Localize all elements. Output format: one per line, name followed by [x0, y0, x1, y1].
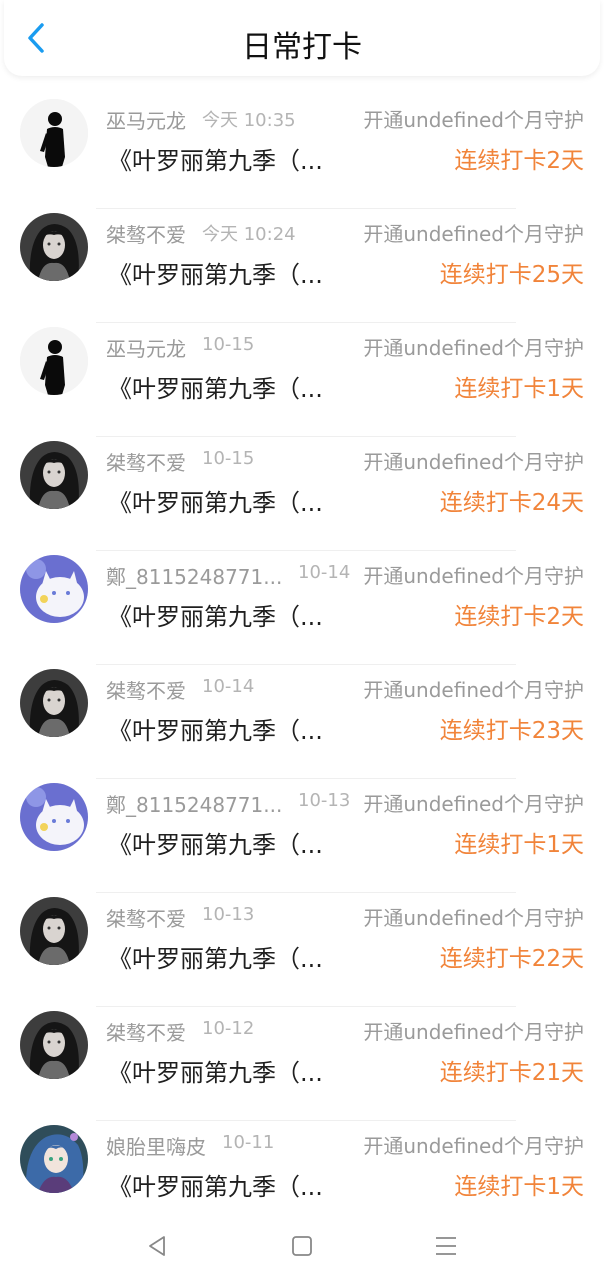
avatar[interactable]	[20, 783, 88, 851]
user-name: 鄭_8115248771...	[106, 565, 283, 589]
checkin-time: 今天 10:35	[202, 110, 296, 131]
header-bar: 日常打卡	[4, 0, 600, 76]
checkin-time: 10-15	[202, 334, 255, 355]
user-name: 巫马元龙	[106, 109, 186, 133]
guard-status-text: 开通undefined个月守护	[363, 222, 584, 246]
page-title: 日常打卡	[242, 30, 362, 65]
checkin-time: 10-13	[298, 790, 351, 811]
book-title: 《叶罗丽第九季（...	[108, 489, 323, 517]
streak-count: 连续打卡2天	[454, 148, 584, 174]
streak-count: 连续打卡21天	[439, 1060, 584, 1086]
avatar[interactable]	[20, 897, 88, 965]
checkin-time: 10-14	[298, 562, 351, 583]
user-name: 巫马元龙	[106, 337, 186, 361]
book-title: 《叶罗丽第九季（...	[108, 945, 323, 973]
streak-count: 连续打卡2天	[454, 604, 584, 630]
nav-back-button[interactable]	[139, 1228, 175, 1264]
book-title: 《叶罗丽第九季（...	[108, 1173, 323, 1201]
guard-status-text: 开通undefined个月守护	[363, 336, 584, 360]
avatar[interactable]	[20, 327, 88, 395]
page: 日常打卡 巫马元龙 今天 10:35 开通undefined个月守护 《叶罗丽第九季（…	[0, 0, 604, 1280]
streak-count: 连续打卡25天	[439, 262, 584, 288]
streak-count: 连续打卡24天	[439, 490, 584, 516]
checkin-row[interactable]: 鄭_8115248771... 10-13 开通undefined个月守护《叶罗丽第…	[0, 779, 604, 893]
avatar[interactable]	[20, 555, 88, 623]
book-title: 《叶罗丽第九季（...	[108, 831, 323, 859]
checkin-row[interactable]: 桀骜不爱 10-13 开通undefined个月守护《叶罗丽第九季（... 连续打卡2…	[0, 893, 604, 1007]
guard-status-text: 开通undefined个月守护	[363, 564, 584, 588]
streak-count: 连续打卡22天	[439, 946, 584, 972]
checkin-time: 10-12	[202, 1018, 255, 1039]
system-navigation-bar	[0, 1210, 604, 1280]
guard-status-text: 开通undefined个月守护	[363, 108, 584, 132]
checkin-time: 10-15	[202, 448, 255, 469]
streak-count: 连续打卡1天	[454, 832, 584, 858]
triangle-back-icon	[149, 1236, 165, 1256]
checkin-list: 巫马元龙 今天 10:35 开通undefined个月守护 《叶罗丽第九季（... 连续…	[0, 95, 604, 1235]
book-title: 《叶罗丽第九季（...	[108, 261, 323, 289]
guard-status-text: 开通undefined个月守护	[363, 906, 584, 930]
checkin-time: 今天 10:24	[202, 224, 296, 245]
checkin-row[interactable]: 桀骜不爱 10-15 开通undefined个月守护《叶罗丽第九季（... 连续打卡2…	[0, 437, 604, 551]
three-line-menu-icon	[436, 1237, 456, 1255]
checkin-time: 10-14	[202, 676, 255, 697]
user-name: 桀骜不爱	[106, 1021, 186, 1045]
streak-count: 连续打卡23天	[439, 718, 584, 744]
user-name: 鄭_8115248771...	[106, 793, 283, 817]
guard-status-text: 开通undefined个月守护	[363, 1134, 584, 1158]
user-name: 娘胎里嗨皮	[106, 1135, 206, 1159]
checkin-row[interactable]: 巫马元龙 今天 10:35 开通undefined个月守护《叶罗丽第九季（... 连续…	[0, 95, 604, 209]
nav-menu-button[interactable]	[428, 1228, 464, 1264]
book-title: 《叶罗丽第九季（...	[108, 603, 323, 631]
nav-home-button[interactable]	[284, 1228, 320, 1264]
checkin-row[interactable]: 鄭_8115248771... 10-14 开通undefined个月守护《叶罗丽第…	[0, 551, 604, 665]
avatar[interactable]	[20, 441, 88, 509]
user-name: 桀骜不爱	[106, 223, 186, 247]
square-home-icon	[292, 1236, 312, 1256]
user-name: 桀骜不爱	[106, 907, 186, 931]
checkin-time: 10-13	[202, 904, 255, 925]
checkin-time: 10-11	[222, 1132, 275, 1153]
checkin-row[interactable]: 桀骜不爱 今天 10:24 开通undefined个月守护《叶罗丽第九季（... 连续…	[0, 209, 604, 323]
guard-status-text: 开通undefined个月守护	[363, 450, 584, 474]
guard-status-text: 开通undefined个月守护	[363, 678, 584, 702]
checkin-row[interactable]: 桀骜不爱 10-14 开通undefined个月守护《叶罗丽第九季（... 连续打卡2…	[0, 665, 604, 779]
guard-status-text: 开通undefined个月守护	[363, 1020, 584, 1044]
book-title: 《叶罗丽第九季（...	[108, 147, 323, 175]
book-title: 《叶罗丽第九季（...	[108, 1059, 323, 1087]
avatar[interactable]	[20, 99, 88, 167]
streak-count: 连续打卡1天	[454, 1174, 584, 1200]
avatar[interactable]	[20, 213, 88, 281]
user-name: 桀骜不爱	[106, 451, 186, 475]
avatar[interactable]	[20, 1125, 88, 1193]
checkin-row[interactable]: 巫马元龙 10-15 开通undefined个月守护《叶罗丽第九季（... 连续打卡1…	[0, 323, 604, 437]
avatar[interactable]	[20, 1011, 88, 1079]
book-title: 《叶罗丽第九季（...	[108, 717, 323, 745]
checkin-row[interactable]: 桀骜不爱 10-12 开通undefined个月守护《叶罗丽第九季（... 连续打卡2…	[0, 1007, 604, 1121]
book-title: 《叶罗丽第九季（...	[108, 375, 323, 403]
guard-status-text: 开通undefined个月守护	[363, 792, 584, 816]
streak-count: 连续打卡1天	[454, 376, 584, 402]
avatar[interactable]	[20, 669, 88, 737]
user-name: 桀骜不爱	[106, 679, 186, 703]
